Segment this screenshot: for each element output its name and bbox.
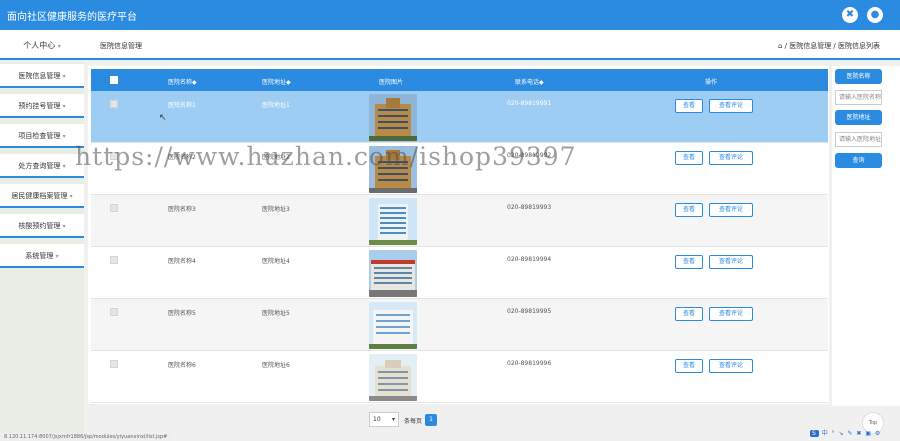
tray-icons: 中 ° ↘ ✎ ✖ ▣ ⚙ [821, 430, 882, 437]
page-title: 医院信息管理 [100, 42, 142, 50]
hospital-image [369, 250, 417, 297]
chevron-down-icon: ▾ [62, 73, 66, 80]
chevron-down-icon: ▾ [391, 416, 395, 423]
view-button[interactable]: 查看 [675, 99, 703, 113]
hospital-phone: 020-89819991 [507, 100, 552, 107]
page-size-value: 10 [373, 416, 381, 423]
view-reviews-button[interactable]: 查看评论 [709, 307, 753, 321]
table-row[interactable]: 医院名称4 医院地址4 020-89819994 查看 查看评论 [91, 247, 828, 299]
sidebar-item-system[interactable]: 系统管理 ▾ [0, 244, 84, 268]
sidebar: 医院信息管理 ▾ 预约挂号管理 ▾ 项目检查管理 ▾ 处方查询管理 ▾ 居民健康… [0, 62, 84, 434]
view-reviews-button[interactable]: 查看评论 [709, 99, 753, 113]
per-page-label: 条每页 [404, 418, 423, 425]
hospital-address-input[interactable]: 请输入医院地址 [835, 132, 882, 147]
header-phone[interactable]: 联系电话◆ [515, 77, 544, 86]
select-all-checkbox[interactable] [110, 76, 118, 84]
sidebar-item-label: 核酸预约管理 [18, 222, 61, 230]
sidebar-item-checkup[interactable]: 项目检查管理 ▾ [0, 124, 84, 148]
top-bar: 面向社区健康服务的医疗平台 ✖ ● [0, 0, 900, 30]
hospital-image [369, 354, 417, 401]
sidebar-item-health-record[interactable]: 居民健康档案管理 ▾ [0, 184, 84, 208]
filter-panel: 医院名称 请输入医院名称 医院地址 请输入医院地址 查询 [832, 66, 900, 406]
user-avatar-icon[interactable]: ● [867, 7, 883, 23]
input-method-tray[interactable]: S 中 ° ↘ ✎ ✖ ▣ ⚙ [810, 428, 881, 437]
hospital-name: 医院名称4 [168, 258, 196, 265]
row-checkbox[interactable] [110, 360, 118, 368]
sidebar-item-label: 居民健康档案管理 [11, 192, 68, 200]
row-checkbox[interactable] [110, 204, 118, 212]
hospital-image [369, 198, 417, 245]
status-bar-url: 8.120.11.174:8007/jsjxmfr1886/jsp/module… [0, 433, 172, 441]
sidebar-item-hospital[interactable]: 医院信息管理 ▾ [0, 64, 84, 88]
chevron-down-icon: ▾ [62, 163, 66, 170]
table-row[interactable]: 医院名称5 医院地址5 020-89819995 查看 查看评论 [91, 299, 828, 351]
table-header: 医院名称◆ 医院地址◆ 医院图片 联系电话◆ 操作 [91, 69, 828, 91]
cursor-icon: ↖ [159, 113, 167, 123]
view-reviews-button[interactable]: 查看评论 [709, 359, 753, 373]
hospital-image [369, 302, 417, 349]
hospital-address: 医院地址1 [262, 102, 290, 109]
page-1-button[interactable]: 1 [425, 414, 437, 426]
view-reviews-button[interactable]: 查看评论 [709, 151, 753, 165]
sidebar-item-label: 处方查询管理 [18, 162, 61, 170]
hospital-name: 医院名称3 [168, 206, 196, 213]
hospital-phone: 020-89819993 [507, 204, 552, 211]
view-button[interactable]: 查看 [675, 359, 703, 373]
watermark: https://www.huzhan.com/ishop39397 [75, 142, 577, 171]
hospital-phone: 020-89819995 [507, 308, 552, 315]
hospital-address-filter-button[interactable]: 医院地址 [835, 110, 882, 125]
row-checkbox[interactable] [110, 100, 118, 108]
hospital-address: 医院地址3 [262, 206, 290, 213]
sidebar-item-label: 医院信息管理 [18, 72, 61, 80]
personal-center-menu[interactable]: 个人中心 ▾ [0, 40, 84, 51]
hospital-address: 医院地址6 [262, 362, 290, 369]
sidebar-item-label: 预约挂号管理 [18, 102, 61, 110]
hospital-name-filter-button[interactable]: 医院名称 [835, 69, 882, 84]
chevron-down-icon: ▾ [55, 253, 59, 260]
ime-logo-icon: S [810, 430, 819, 437]
header-hospital-name[interactable]: 医院名称◆ [168, 77, 197, 86]
row-checkbox[interactable] [110, 256, 118, 264]
sidebar-item-label: 项目检查管理 [18, 132, 61, 140]
header-hospital-image: 医院图片 [379, 79, 404, 86]
hospital-address: 医院地址4 [262, 258, 290, 265]
table-row[interactable]: 医院名称1 医院地址1 020-89819991 查看 查看评论 [91, 91, 828, 143]
hospital-name: 医院名称1 [168, 102, 196, 109]
sidebar-item-appointment[interactable]: 预约挂号管理 ▾ [0, 94, 84, 118]
chevron-down-icon: ▾ [57, 43, 61, 50]
view-button[interactable]: 查看 [675, 151, 703, 165]
sidebar-item-label: 系统管理 [25, 252, 54, 260]
view-button[interactable]: 查看 [675, 203, 703, 217]
sidebar-item-nucleic-test[interactable]: 核酸预约管理 ▾ [0, 214, 84, 238]
hospital-table: 医院名称◆ 医院地址◆ 医院图片 联系电话◆ 操作 医院名称1 医院地址1 02… [88, 66, 829, 404]
hospital-image [369, 94, 417, 141]
table-row[interactable]: 医院名称6 医院地址6 020-89819996 查看 查看评论 [91, 351, 828, 403]
header-operations: 操作 [705, 79, 718, 86]
hospital-phone: 020-89819996 [507, 360, 552, 367]
page-size-select[interactable]: 10 ▾ [369, 412, 399, 427]
row-checkbox[interactable] [110, 308, 118, 316]
view-button[interactable]: 查看 [675, 255, 703, 269]
chevron-down-icon: ▾ [62, 133, 66, 140]
view-button[interactable]: 查看 [675, 307, 703, 321]
nav-bar: 个人中心 ▾ 医院信息管理 ⌂ / 医院信息管理 / 医院信息列表 [0, 30, 900, 60]
view-reviews-button[interactable]: 查看评论 [709, 255, 753, 269]
header-hospital-address[interactable]: 医院地址◆ [262, 77, 291, 86]
table-row[interactable]: 医院名称3 医院地址3 020-89819993 查看 查看评论 [91, 195, 828, 247]
app-title: 面向社区健康服务的医疗平台 [7, 12, 137, 23]
sidebar-item-prescription[interactable]: 处方查询管理 ▾ [0, 154, 84, 178]
hospital-phone: 020-89819994 [507, 256, 552, 263]
personal-center-label: 个人中心 [23, 41, 56, 50]
settings-icon[interactable]: ✖ [842, 7, 858, 23]
hospital-address: 医院地址5 [262, 310, 290, 317]
search-button[interactable]: 查询 [835, 153, 882, 168]
hospital-name: 医院名称6 [168, 362, 196, 369]
chevron-down-icon: ▾ [62, 103, 66, 110]
view-reviews-button[interactable]: 查看评论 [709, 203, 753, 217]
hospital-name-input[interactable]: 请输入医院名称 [835, 90, 882, 105]
chevron-down-icon: ▾ [62, 223, 66, 230]
hospital-name: 医院名称5 [168, 310, 196, 317]
breadcrumb[interactable]: ⌂ / 医院信息管理 / 医院信息列表 [778, 41, 880, 51]
chevron-down-icon: ▾ [69, 193, 73, 200]
